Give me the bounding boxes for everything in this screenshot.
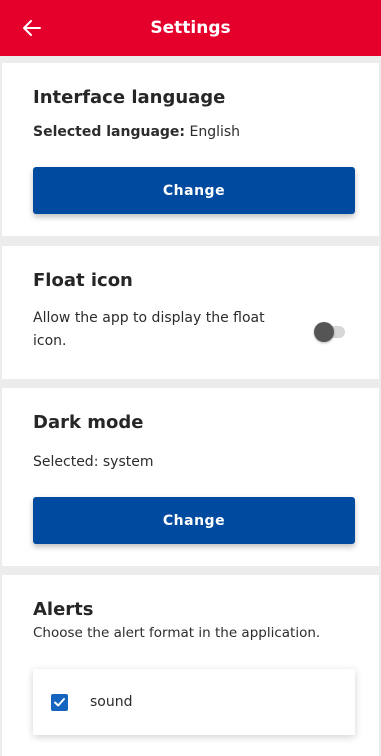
sound-checkbox[interactable] bbox=[51, 693, 68, 711]
dark-mode-selected-label: Selected: bbox=[33, 454, 99, 470]
alert-option-sound[interactable]: sound bbox=[33, 669, 355, 735]
app-header: Settings bbox=[0, 0, 381, 56]
interface-language-title: Interface language bbox=[33, 87, 226, 108]
dark-mode-selected-line: Selected: system bbox=[33, 454, 153, 470]
dark-mode-selected-value: system bbox=[102, 454, 154, 470]
float-icon-card: Float icon Allow the app to display the … bbox=[2, 246, 379, 379]
change-dark-mode-button[interactable]: Change bbox=[33, 497, 355, 544]
selected-language-line: Selected language: English bbox=[33, 124, 240, 140]
alerts-description: Choose the alert format in the applicati… bbox=[33, 625, 321, 641]
float-icon-toggle[interactable] bbox=[314, 322, 345, 342]
sound-label: sound bbox=[90, 694, 133, 710]
dark-mode-card: Dark mode Selected: system Change bbox=[2, 388, 379, 566]
page-title: Settings bbox=[150, 18, 231, 38]
toggle-knob bbox=[314, 322, 334, 342]
back-button[interactable] bbox=[18, 14, 46, 42]
change-language-button[interactable]: Change bbox=[33, 167, 355, 214]
interface-language-card: Interface language Selected language: En… bbox=[2, 63, 379, 236]
dark-mode-title: Dark mode bbox=[33, 412, 144, 433]
float-icon-description-line1: Allow the app to display the float bbox=[33, 310, 265, 326]
selected-language-value: English bbox=[189, 124, 241, 140]
float-icon-description: Allow the app to display the float icon. bbox=[33, 307, 265, 353]
alerts-card: Alerts Choose the alert format in the ap… bbox=[2, 575, 379, 756]
float-icon-title: Float icon bbox=[33, 270, 133, 291]
float-icon-description-line2: icon. bbox=[33, 333, 67, 349]
checkmark-icon bbox=[54, 697, 65, 706]
selected-language-label: Selected language: bbox=[33, 124, 186, 140]
alerts-title: Alerts bbox=[33, 599, 94, 620]
arrow-left-icon bbox=[23, 20, 41, 36]
